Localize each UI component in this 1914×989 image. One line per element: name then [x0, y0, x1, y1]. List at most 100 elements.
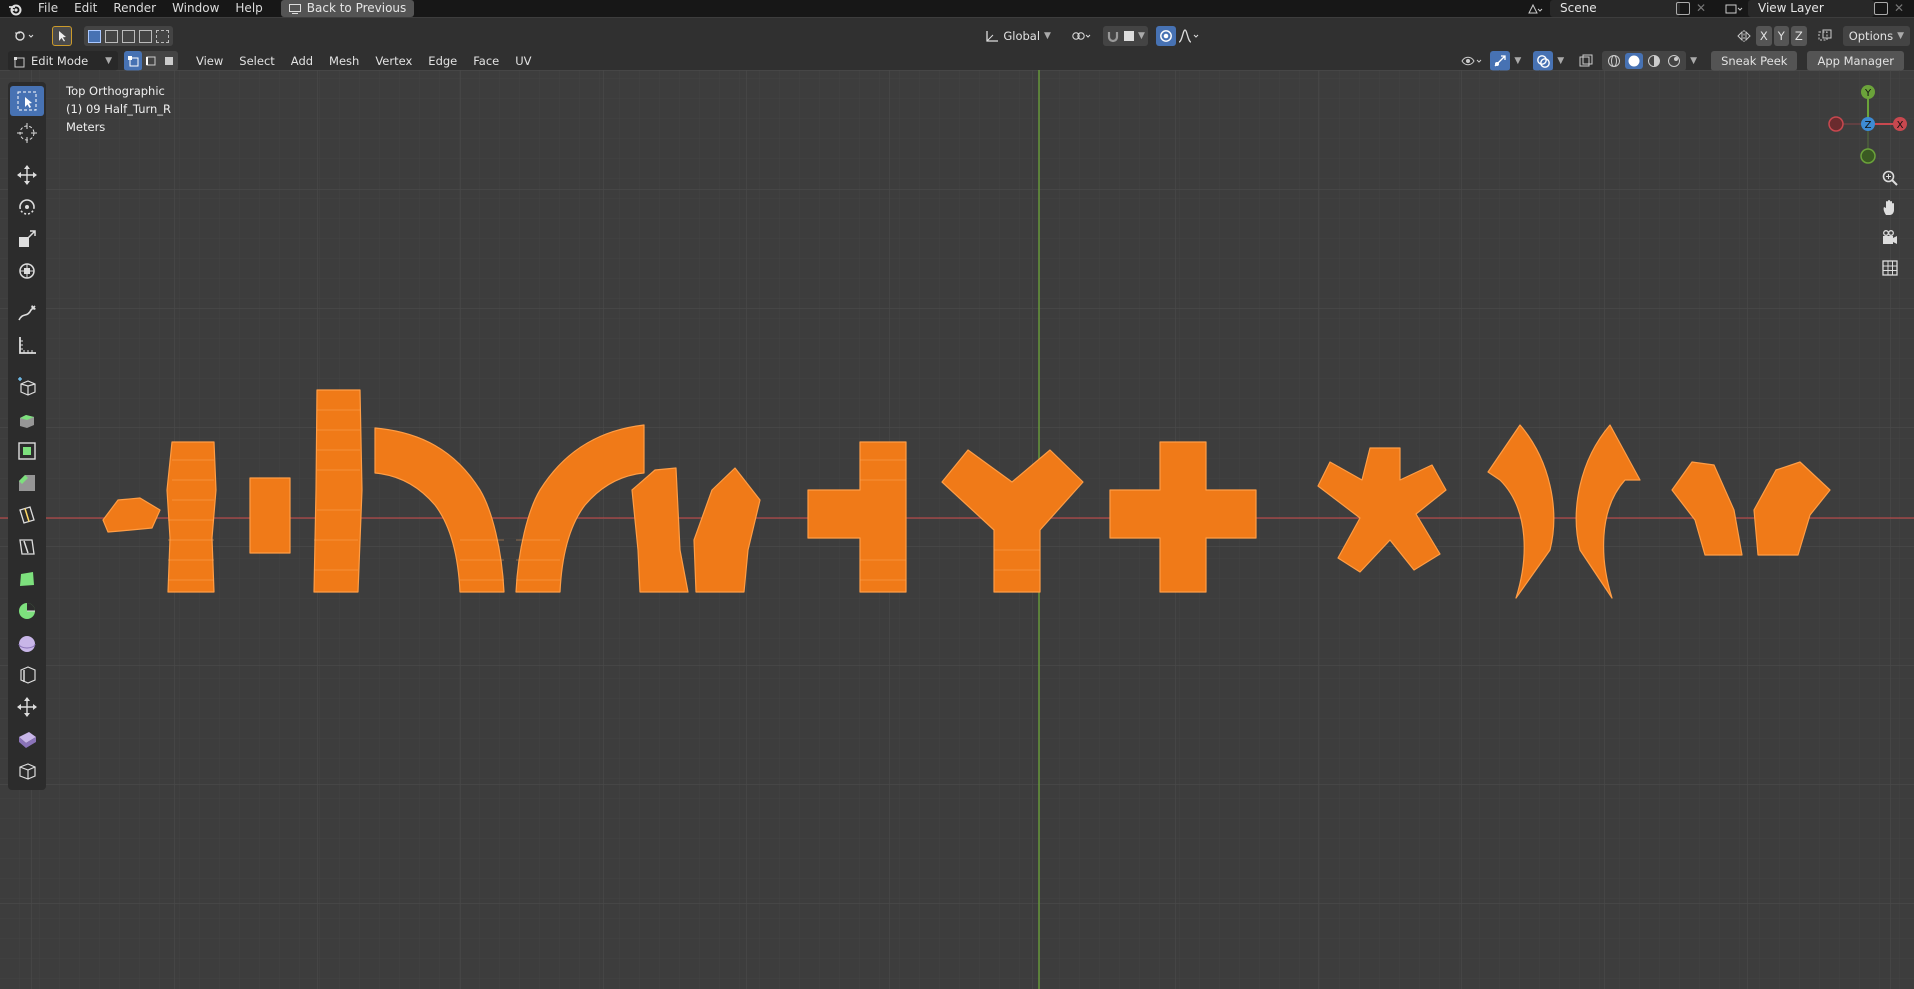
edit-mode-icon	[14, 56, 25, 67]
cursor-tool-icon[interactable]	[10, 118, 44, 148]
mesh-straight-short[interactable]	[249, 477, 291, 554]
pivot-point-icon[interactable]	[1067, 26, 1097, 46]
scene-copy-icon[interactable]	[1676, 2, 1690, 15]
edge-select-icon[interactable]	[142, 51, 160, 71]
chevron-down-icon[interactable]: ▼	[1690, 56, 1697, 66]
view-layer-name: View Layer	[1758, 1, 1824, 15]
gizmo-y-negative[interactable]	[1860, 148, 1876, 164]
rip-region-tool-icon[interactable]	[10, 756, 44, 786]
select-invert-icon[interactable]	[139, 29, 152, 43]
mirror-options-icon[interactable]	[1734, 26, 1754, 46]
shear-tool-icon[interactable]	[10, 724, 44, 754]
gizmo-x-negative[interactable]	[1828, 116, 1844, 132]
mode-dropdown[interactable]: Edit Mode ▼	[8, 51, 118, 71]
chevron-down-icon: ▼	[1897, 31, 1904, 41]
back-to-previous-button[interactable]: Back to Previous	[280, 0, 415, 17]
menu-render[interactable]: Render	[105, 0, 164, 17]
move-tool-icon[interactable]	[10, 160, 44, 190]
units-label: Meters	[66, 120, 106, 134]
transform-tool-icon[interactable]	[10, 256, 44, 286]
menu-window[interactable]: Window	[164, 0, 227, 17]
inset-tool-icon[interactable]	[10, 436, 44, 466]
rotate-tool-icon[interactable]	[10, 192, 44, 222]
poly-build-tool-icon[interactable]	[10, 564, 44, 594]
annotate-tool-icon[interactable]	[10, 298, 44, 328]
mesh-straight-long[interactable]	[166, 441, 217, 593]
xray-toggle-icon[interactable]	[1576, 51, 1596, 71]
transform-orientation-dropdown[interactable]: Global ▼	[979, 26, 1057, 46]
select-new-icon[interactable]	[88, 29, 101, 43]
gizmo-toggle-icon[interactable]	[1490, 51, 1511, 71]
camera-view-icon[interactable]	[1878, 226, 1902, 250]
options-dropdown[interactable]: Options ▼	[1842, 26, 1910, 46]
menu-uv[interactable]: UV	[507, 54, 539, 68]
rendered-shading-icon[interactable]	[1665, 53, 1683, 69]
mirror-z-label: Z	[1794, 29, 1803, 43]
viewport-canvas[interactable]	[0, 70, 1914, 989]
view-layer-close-icon[interactable]: ✕	[1894, 0, 1904, 17]
select-extend-icon[interactable]	[105, 29, 118, 43]
visibility-eye-icon[interactable]	[1458, 51, 1486, 71]
select-subtract-icon[interactable]	[122, 29, 135, 43]
snap-target-icon[interactable]	[1123, 31, 1134, 41]
blender-logo-icon[interactable]	[0, 0, 30, 17]
chevron-down-icon[interactable]: ▼	[1557, 56, 1564, 66]
snap-toggle[interactable]: ▼	[1102, 26, 1148, 46]
face-select-icon[interactable]	[160, 51, 178, 71]
overlays-toggle-icon[interactable]	[1533, 51, 1554, 71]
spin-tool-icon[interactable]	[10, 596, 44, 626]
solid-shading-icon[interactable]	[1625, 53, 1644, 69]
measure-tool-icon[interactable]	[10, 330, 44, 360]
edge-slide-tool-icon[interactable]	[10, 660, 44, 690]
bevel-tool-icon[interactable]	[10, 468, 44, 498]
view-layer-copy-icon[interactable]	[1874, 2, 1888, 15]
view-layer-field[interactable]: View Layer	[1748, 0, 1874, 17]
pan-hand-icon[interactable]	[1878, 196, 1902, 220]
editor-type-icon[interactable]	[10, 26, 40, 46]
add-cube-tool-icon[interactable]	[10, 372, 44, 402]
view-layer-icon[interactable]	[1720, 0, 1748, 17]
back-to-previous-label: Back to Previous	[306, 1, 407, 15]
material-shading-icon[interactable]	[1645, 53, 1663, 69]
scale-tool-icon[interactable]	[10, 224, 44, 254]
mirror-z-toggle[interactable]: Z	[1790, 26, 1807, 46]
mesh-straight-tall[interactable]	[313, 389, 363, 593]
navigation-gizmo[interactable]: Y X Z	[1828, 84, 1908, 164]
menu-file[interactable]: File	[30, 0, 66, 17]
menu-select[interactable]: Select	[231, 54, 282, 68]
mirror-y-toggle[interactable]: Y	[1773, 26, 1789, 46]
app-manager-button[interactable]: App Manager	[1807, 51, 1904, 71]
wireframe-shading-icon[interactable]	[1605, 53, 1623, 69]
knife-tool-icon[interactable]	[10, 532, 44, 562]
select-intersect-icon[interactable]	[156, 29, 169, 43]
menu-add[interactable]: Add	[283, 54, 321, 68]
select-tool-mode-icon[interactable]	[52, 26, 72, 46]
scene-field[interactable]: Scene	[1550, 0, 1680, 17]
scene-type-icon[interactable]	[1522, 0, 1548, 17]
selection-mode-set-icon[interactable]	[84, 26, 173, 46]
loop-cut-tool-icon[interactable]	[10, 500, 44, 530]
menu-edge[interactable]: Edge	[420, 54, 465, 68]
perspective-grid-icon[interactable]	[1878, 256, 1902, 280]
vertex-select-icon[interactable]	[124, 51, 142, 71]
shrink-fatten-tool-icon[interactable]	[10, 692, 44, 722]
mirror-x-toggle[interactable]: X	[1755, 26, 1772, 46]
3d-viewport[interactable]	[0, 70, 1914, 989]
menu-mesh[interactable]: Mesh	[321, 54, 367, 68]
menu-face[interactable]: Face	[465, 54, 507, 68]
chevron-down-icon[interactable]: ▼	[1514, 56, 1521, 66]
select-box-tool-icon[interactable]	[10, 86, 44, 116]
menu-help[interactable]: Help	[227, 0, 270, 17]
mirror-y-label: Y	[1777, 29, 1785, 43]
falloff-curve-icon[interactable]	[1176, 26, 1204, 46]
zoom-icon[interactable]	[1878, 166, 1902, 190]
scene-close-icon[interactable]: ✕	[1696, 0, 1706, 17]
extrude-tool-icon[interactable]	[10, 404, 44, 434]
smooth-tool-icon[interactable]	[10, 628, 44, 658]
auto-merge-icon[interactable]	[1815, 26, 1835, 46]
menu-view[interactable]: View	[188, 54, 231, 68]
menu-vertex[interactable]: Vertex	[367, 54, 420, 68]
sneak-peek-button[interactable]: Sneak Peek	[1711, 51, 1798, 71]
proportional-editing-icon[interactable]	[1155, 26, 1176, 46]
menu-edit[interactable]: Edit	[66, 0, 105, 17]
